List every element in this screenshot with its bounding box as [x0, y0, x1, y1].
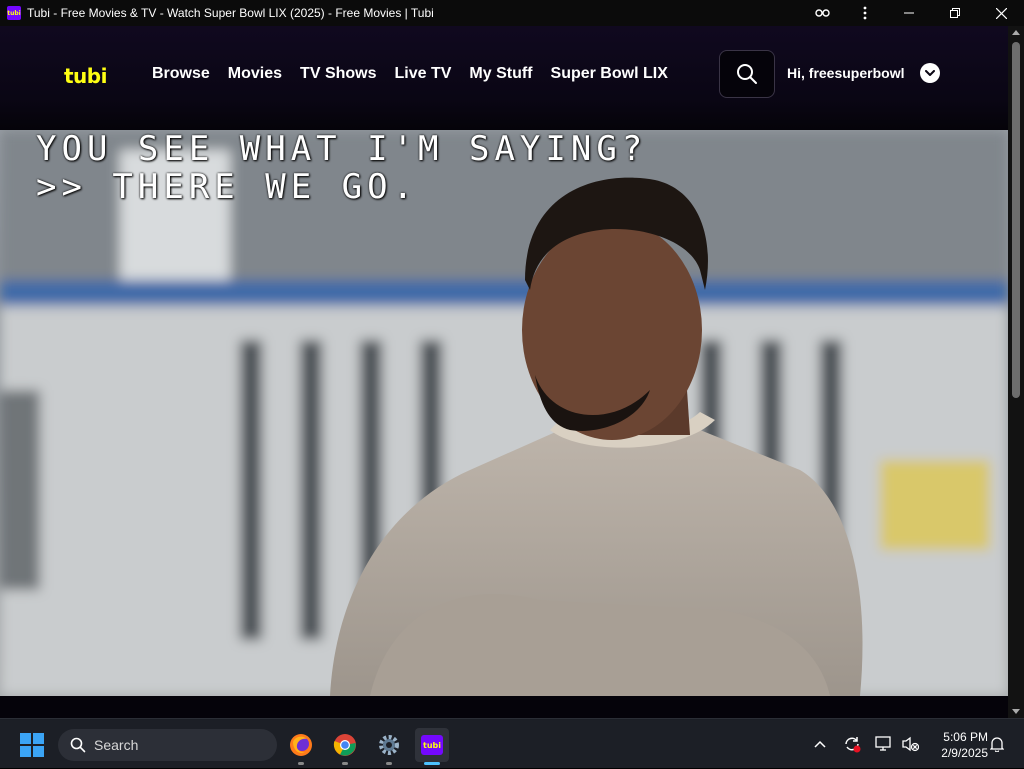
- video-frame: [0, 130, 1008, 696]
- firefox-icon: [290, 734, 312, 756]
- firefox-taskbar-button[interactable]: [284, 728, 318, 765]
- volume-tray-button[interactable]: [898, 719, 922, 769]
- player-bottom-bar: [0, 696, 1008, 718]
- clock-time: 5:06 PM: [943, 730, 988, 744]
- app-icon-text: tubi: [7, 9, 21, 17]
- nav-browse[interactable]: Browse: [152, 65, 210, 83]
- tubi-app-icon: tubi: [7, 6, 21, 20]
- search-icon: [737, 64, 757, 84]
- windows-logo-icon: [20, 733, 31, 744]
- clock-date: 2/9/2025: [941, 746, 988, 760]
- scroll-down-arrow-icon[interactable]: [1012, 709, 1020, 714]
- nav-live-tv[interactable]: Live TV: [395, 65, 452, 83]
- bell-icon: [990, 737, 1004, 752]
- closed-captions: YOU SEE WHAT I'M SAYING? >> THERE WE GO.: [36, 130, 647, 206]
- scrollbar-thumb[interactable]: [1012, 42, 1020, 398]
- nav-tv-shows[interactable]: TV Shows: [300, 65, 376, 83]
- taskbar: Search tubi 5:06 PM 2/9/2025: [0, 718, 1024, 768]
- tubi-logo[interactable]: tubi: [64, 64, 107, 88]
- user-greeting[interactable]: Hi, freesuperbowl: [787, 65, 904, 81]
- chrome-icon: [333, 734, 356, 756]
- system-clock[interactable]: 5:06 PM 2/9/2025: [926, 729, 988, 761]
- tubi-icon: tubi: [421, 735, 443, 755]
- start-button[interactable]: [20, 733, 44, 757]
- chrome-taskbar-button[interactable]: [328, 728, 362, 765]
- minimize-button[interactable]: [886, 0, 932, 26]
- taskbar-search-placeholder: Search: [94, 737, 139, 753]
- window-title-bar: tubi Tubi - Free Movies & TV - Watch Sup…: [0, 0, 1024, 26]
- taskbar-search[interactable]: Search: [58, 729, 277, 761]
- main-nav: Browse Movies TV Shows Live TV My Stuff …: [152, 65, 668, 83]
- window-title: Tubi - Free Movies & TV - Watch Super Bo…: [27, 6, 434, 20]
- page-scrollbar[interactable]: [1008, 26, 1024, 718]
- network-tray-button[interactable]: [872, 719, 896, 769]
- tubi-header: tubi Browse Movies TV Shows Live TV My S…: [0, 26, 1008, 130]
- restore-button[interactable]: [932, 0, 978, 26]
- search-icon: [70, 737, 86, 753]
- caption-line-2: >> THERE WE GO.: [36, 167, 419, 207]
- extensions-icon[interactable]: [802, 0, 844, 26]
- network-icon: [875, 736, 891, 751]
- settings-taskbar-button[interactable]: [372, 728, 406, 765]
- volume-muted-icon: [902, 736, 919, 752]
- search-button[interactable]: [719, 50, 775, 98]
- more-options-icon[interactable]: [844, 0, 886, 26]
- settings-icon: [379, 735, 399, 755]
- chevron-down-icon: [925, 69, 935, 76]
- update-tray-button[interactable]: [840, 719, 864, 769]
- nav-super-bowl-lix[interactable]: Super Bowl LIX: [551, 65, 668, 83]
- account-menu-button[interactable]: [920, 63, 940, 83]
- nav-my-stuff[interactable]: My Stuff: [469, 65, 532, 83]
- tubi-icon-text: tubi: [423, 740, 441, 750]
- tubi-taskbar-button[interactable]: tubi: [415, 728, 449, 765]
- video-player[interactable]: YOU SEE WHAT I'M SAYING? >> THERE WE GO.: [0, 130, 1008, 696]
- scroll-up-arrow-icon[interactable]: [1012, 30, 1020, 35]
- show-hidden-icons-button[interactable]: [808, 719, 832, 769]
- sync-update-icon: [845, 737, 861, 753]
- notifications-button[interactable]: [986, 719, 1008, 769]
- nav-movies[interactable]: Movies: [228, 65, 282, 83]
- caption-line-1: YOU SEE WHAT I'M SAYING?: [36, 130, 648, 169]
- close-button[interactable]: [978, 0, 1024, 26]
- chevron-up-icon: [814, 740, 826, 748]
